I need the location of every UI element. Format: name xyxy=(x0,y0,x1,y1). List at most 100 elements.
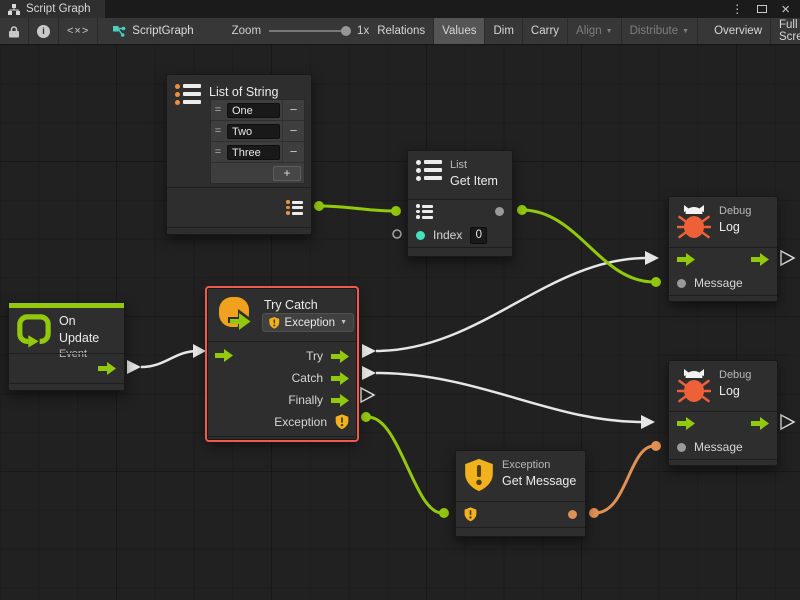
list-item-field[interactable]: Two xyxy=(227,124,280,139)
close-icon[interactable]: × xyxy=(781,3,790,16)
exception-row xyxy=(456,501,585,527)
unconnected-flow-log-bottom-out[interactable] xyxy=(781,415,794,429)
wire-getitem-to-log-top-message[interactable] xyxy=(522,210,654,282)
unconnected-flow-log-top-out[interactable] xyxy=(781,251,794,265)
add-item-button[interactable]: + xyxy=(273,166,301,181)
graph-canvas[interactable]: List of String = One − = Two − = Three xyxy=(0,45,800,600)
remove-item-button[interactable]: − xyxy=(282,121,304,141)
catch-flow-out-port[interactable] xyxy=(331,372,349,385)
node-footer xyxy=(9,383,124,392)
message-label: Message xyxy=(694,276,743,290)
lock-button[interactable] xyxy=(0,18,29,44)
wire-exception-to-getmessage[interactable] xyxy=(368,417,442,513)
exception-type-dropdown[interactable]: Exception ▼ xyxy=(262,313,354,332)
value-cap[interactable] xyxy=(651,441,661,451)
maximize-icon[interactable] xyxy=(757,5,767,13)
exception-output-port[interactable] xyxy=(335,414,349,430)
message-input-port[interactable] xyxy=(677,279,686,288)
try-catch-body: Try Catch Finally Exception xyxy=(208,341,356,436)
message-output-port[interactable] xyxy=(568,510,577,519)
port-label: Catch xyxy=(292,371,323,385)
flow-arrow-log-top-in[interactable] xyxy=(645,251,659,265)
graph-breadcrumb[interactable]: ScriptGraph xyxy=(112,18,193,44)
index-input-port[interactable] xyxy=(416,231,425,240)
flow-out-port[interactable] xyxy=(751,417,769,430)
flow-in-port[interactable] xyxy=(677,253,695,266)
flow-arrow-log-bottom-in[interactable] xyxy=(641,415,655,429)
node-try-catch[interactable]: Try Catch Exception ▼ Try xyxy=(207,288,357,440)
node-footer xyxy=(669,295,777,303)
node-kind: List xyxy=(450,158,498,173)
chevron-down-icon: ▼ xyxy=(682,28,689,35)
flow-out-port[interactable] xyxy=(751,253,769,266)
try-flow-out-port[interactable] xyxy=(331,350,349,363)
align-dropdown[interactable]: Align ▼ xyxy=(568,18,622,44)
node-title: Log xyxy=(719,383,751,400)
node-list-of-string[interactable]: List of String = One − = Two − = Three xyxy=(166,74,312,235)
flow-out-cap-try[interactable] xyxy=(362,344,376,358)
distribute-dropdown[interactable]: Distribute ▼ xyxy=(622,18,699,44)
tab-script-graph[interactable]: Script Graph xyxy=(0,0,105,18)
flow-in-port[interactable] xyxy=(215,349,233,367)
flow-out-cap-on-update[interactable] xyxy=(127,360,141,374)
values-button[interactable]: Values xyxy=(434,18,485,44)
bug-icon xyxy=(677,368,711,404)
fullscreen-button[interactable]: Full Screen xyxy=(771,18,800,44)
finally-flow-out-port[interactable] xyxy=(331,394,349,407)
node-on-update[interactable]: On Update Event xyxy=(8,302,125,391)
dim-button[interactable]: Dim xyxy=(485,18,522,44)
value-cap[interactable] xyxy=(651,277,661,287)
unity-visual-scripting-window: Script Graph ⋮ × i <×> xyxy=(0,0,800,600)
wire-onupdate-to-trycatch[interactable] xyxy=(141,351,198,367)
relations-button[interactable]: Relations xyxy=(369,18,434,44)
index-value-field[interactable]: 0 xyxy=(470,227,487,244)
node-debug-log-bottom[interactable]: Debug Log Message xyxy=(668,360,778,466)
tab-title: Script Graph xyxy=(26,3,91,15)
wire-getmessage-to-log-bottom-message[interactable] xyxy=(595,446,654,513)
value-cap[interactable] xyxy=(361,412,371,422)
wire-try-to-log-top[interactable] xyxy=(376,258,647,351)
value-cap[interactable] xyxy=(391,206,401,216)
value-cap[interactable] xyxy=(589,508,599,518)
remove-item-button[interactable]: − xyxy=(282,100,304,120)
try-catch-icon xyxy=(216,296,256,336)
dropdown-label: Exception xyxy=(285,317,336,329)
overview-button[interactable]: Overview xyxy=(706,18,771,44)
carry-button[interactable]: Carry xyxy=(523,18,568,44)
node-footer xyxy=(456,527,585,536)
node-kind: Debug xyxy=(719,204,751,219)
menu-icon[interactable]: ⋮ xyxy=(731,3,743,15)
drag-handle-icon[interactable]: = xyxy=(211,125,225,137)
flow-out-cap-catch[interactable] xyxy=(362,366,376,380)
value-cap[interactable] xyxy=(314,201,324,211)
zoom-slider-knob[interactable] xyxy=(341,26,351,36)
list-item-field[interactable]: One xyxy=(227,103,280,118)
remove-item-button[interactable]: − xyxy=(282,142,304,162)
exception-input-port[interactable] xyxy=(464,507,477,522)
unconnected-value-index[interactable] xyxy=(393,230,401,238)
inspect-button[interactable]: i xyxy=(29,18,59,44)
flow-arrow-trycatch-in[interactable] xyxy=(193,344,206,358)
list-item-field[interactable]: Three xyxy=(227,145,280,160)
node-debug-log-top[interactable]: Debug Log Message xyxy=(668,196,778,302)
flow-out-port[interactable] xyxy=(98,362,116,375)
unconnected-flow-finally[interactable] xyxy=(361,388,374,402)
list-output-port[interactable] xyxy=(286,199,303,216)
node-get-message[interactable]: Exception Get Message xyxy=(455,450,586,537)
value-cap[interactable] xyxy=(517,205,527,215)
message-input-port[interactable] xyxy=(677,443,686,452)
flow-in-port[interactable] xyxy=(677,417,695,430)
bug-icon xyxy=(677,204,711,240)
code-view-button[interactable]: <×> xyxy=(59,18,98,44)
item-output-port[interactable] xyxy=(495,207,504,216)
wire-list-to-getitem[interactable] xyxy=(319,206,394,211)
value-cap[interactable] xyxy=(439,508,449,518)
drag-handle-icon[interactable]: = xyxy=(211,104,225,116)
zoom-slider[interactable] xyxy=(269,30,349,32)
lock-icon xyxy=(8,25,20,38)
list-input-port[interactable] xyxy=(416,203,433,220)
drag-handle-icon[interactable]: = xyxy=(211,146,225,158)
node-get-item[interactable]: List Get Item Index 0 xyxy=(407,150,513,257)
wire-catch-to-log-bottom[interactable] xyxy=(376,373,643,422)
message-label: Message xyxy=(694,440,743,454)
